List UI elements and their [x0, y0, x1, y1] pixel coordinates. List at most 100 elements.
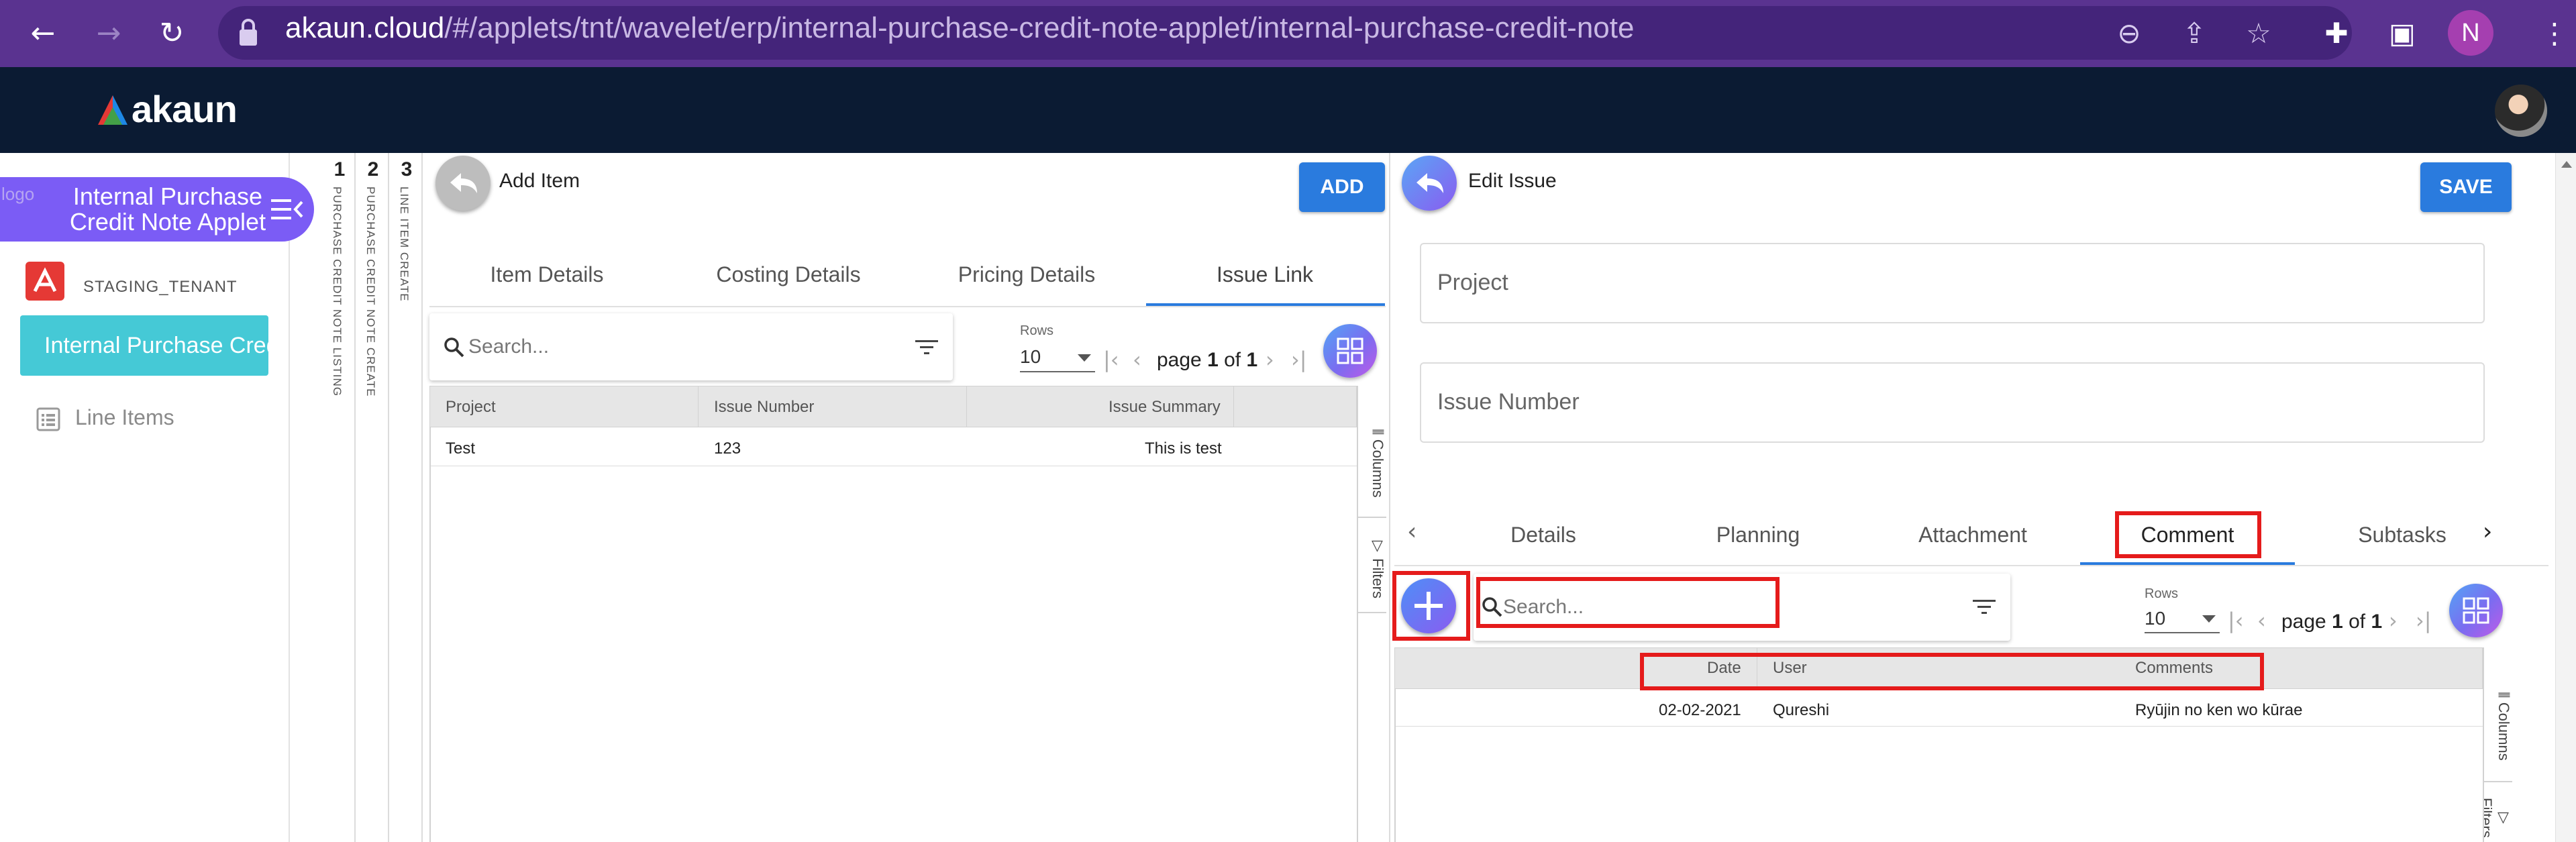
- chevron-down-icon[interactable]: [2202, 615, 2216, 623]
- table-row-divider: [1394, 726, 2483, 727]
- grid-view-button[interactable]: [1323, 324, 1377, 378]
- prev-page-icon[interactable]: ‹: [2257, 608, 2266, 633]
- next-page-icon[interactable]: ›: [1266, 347, 1274, 372]
- app-header: [0, 67, 2576, 153]
- issue-number-field[interactable]: [1420, 362, 2485, 443]
- applet-logo-alt: logo: [1, 184, 35, 204]
- last-page-icon[interactable]: ›|: [2416, 608, 2432, 633]
- cell-issue-summary[interactable]: This is test: [1145, 439, 1222, 458]
- first-page-icon[interactable]: |‹: [1103, 347, 1119, 372]
- column-header-issue-number[interactable]: Issue Number: [714, 398, 814, 417]
- tabs-scroll-left-icon[interactable]: ‹: [1407, 518, 1416, 545]
- reload-icon[interactable]: ↻: [153, 15, 191, 52]
- scroll-up-icon[interactable]: [2561, 161, 2572, 168]
- browser-menu-icon[interactable]: ⋮: [2540, 13, 2569, 54]
- project-field[interactable]: [1420, 243, 2485, 323]
- rows-select[interactable]: 10: [2145, 608, 2165, 629]
- columns-panel-toggle[interactable]: ⦀ Columns: [2484, 679, 2512, 773]
- cell-comment[interactable]: Ryūjin no ken wo kūrae: [2135, 701, 2302, 720]
- page-scrollbar[interactable]: [2555, 153, 2576, 842]
- list-icon: [36, 407, 60, 431]
- pager-total-pages: 1: [2371, 611, 2383, 633]
- rows-select-underline: [1020, 371, 1095, 372]
- tab-issue-link[interactable]: Issue Link: [1174, 262, 1355, 287]
- add-button[interactable]: ADD: [1299, 162, 1385, 212]
- column-divider: [966, 386, 967, 427]
- active-tab-indicator: [1146, 303, 1385, 306]
- tab-subtasks[interactable]: Subtasks: [2322, 523, 2483, 547]
- highlight-table-header: [1640, 653, 2264, 690]
- breadcrumb-step-1[interactable]: 1 PURCHASE CREDIT NOTE LISTING: [323, 153, 356, 842]
- zoom-icon[interactable]: ⊖: [2109, 13, 2149, 54]
- tab-costing-details[interactable]: Costing Details: [698, 262, 879, 287]
- filters-panel-toggle[interactable]: ▽ Filters: [2484, 793, 2512, 842]
- sidebar-item-label: Internal Purchase Credit Note: [44, 333, 268, 358]
- tab-planning[interactable]: Planning: [1678, 523, 1839, 547]
- breadcrumb-step-3[interactable]: 3 LINE ITEM CREATE: [391, 153, 423, 842]
- forward-arrow-icon[interactable]: →: [90, 15, 127, 52]
- tab-details[interactable]: Details: [1463, 523, 1624, 547]
- profile-avatar[interactable]: N: [2448, 10, 2493, 56]
- applet-title: Internal Purchase Credit Note Applet: [69, 182, 266, 235]
- save-button[interactable]: SAVE: [2420, 162, 2512, 212]
- search-input[interactable]: Search...: [468, 335, 549, 358]
- add-item-title: Add Item: [499, 170, 580, 192]
- pager-total-pages: 1: [1246, 349, 1258, 371]
- columns-icon: ⦀: [2495, 691, 2512, 702]
- cell-project[interactable]: Test: [446, 439, 475, 458]
- grid-icon: [1337, 337, 1363, 364]
- first-page-icon[interactable]: |‹: [2228, 608, 2244, 633]
- bookmark-star-icon[interactable]: ☆: [2238, 13, 2279, 54]
- edit-issue-title: Edit Issue: [1468, 170, 1557, 192]
- rows-label: Rows: [1020, 323, 1054, 338]
- filter-icon[interactable]: [1973, 598, 1996, 616]
- back-arrow-icon: [1416, 173, 1443, 193]
- brand-name[interactable]: akaun: [132, 87, 238, 131]
- last-page-icon[interactable]: ›|: [1291, 347, 1307, 372]
- sidebar-item-internal-purchase-credit-note[interactable]: Internal Purchase Credit Note: [20, 315, 268, 376]
- share-icon[interactable]: ⇪: [2174, 13, 2214, 54]
- filters-label: Filters: [1370, 558, 1386, 599]
- columns-label: Columns: [2495, 702, 2512, 761]
- rows-select[interactable]: 10: [1020, 346, 1041, 368]
- side-rail-divider: [2484, 781, 2512, 782]
- url-path: /#/applets/tnt/wavelet/erp/internal-purc…: [444, 11, 1635, 44]
- user-avatar[interactable]: [2495, 85, 2547, 137]
- rows-label: Rows: [2145, 586, 2179, 601]
- back-button[interactable]: [435, 156, 491, 211]
- tab-item-details[interactable]: Item Details: [456, 262, 637, 287]
- sidepanel-icon[interactable]: ▣: [2382, 13, 2422, 54]
- filter-icon[interactable]: [915, 339, 938, 356]
- tenant-icon: [25, 262, 64, 301]
- breadcrumb-label: PURCHASE CREDIT NOTE CREATE: [364, 187, 377, 397]
- highlight-add-button: [1392, 571, 1470, 641]
- active-tab-indicator: [2080, 562, 2295, 565]
- side-rail-divider: [1358, 612, 1386, 613]
- url-text[interactable]: akaun.cloud/#/applets/tnt/wavelet/erp/in…: [285, 11, 1634, 45]
- search-icon: [444, 337, 464, 358]
- sidebar-item-line-items[interactable]: Line Items: [75, 405, 174, 430]
- pager-of-word: of: [2349, 611, 2366, 633]
- back-arrow-icon: [450, 173, 477, 193]
- tabs-scroll-right-icon[interactable]: ›: [2483, 518, 2492, 545]
- menu-collapse-icon[interactable]: [271, 198, 305, 221]
- filters-panel-toggle[interactable]: ▽ Filters: [1358, 531, 1386, 605]
- tab-attachment[interactable]: Attachment: [1892, 523, 2053, 547]
- column-header-issue-summary[interactable]: Issue Summary: [1109, 398, 1221, 417]
- back-button[interactable]: [1402, 156, 1457, 211]
- next-page-icon[interactable]: ›: [2389, 608, 2398, 633]
- pager-page-word: page: [1157, 349, 1202, 371]
- columns-panel-toggle[interactable]: ⦀ Columns: [1358, 419, 1386, 507]
- chevron-down-icon[interactable]: [1078, 354, 1091, 362]
- column-header-project[interactable]: Project: [446, 398, 496, 417]
- prev-page-icon[interactable]: ‹: [1133, 347, 1141, 372]
- cell-date[interactable]: 02-02-2021: [1659, 701, 1741, 720]
- back-arrow-icon[interactable]: ←: [24, 15, 62, 52]
- breadcrumb-step-2[interactable]: 2 PURCHASE CREDIT NOTE CREATE: [357, 153, 389, 842]
- tab-pricing-details[interactable]: Pricing Details: [936, 262, 1117, 287]
- grid-view-button[interactable]: [2449, 584, 2503, 637]
- extensions-icon[interactable]: ✚: [2316, 13, 2357, 54]
- highlight-comment-tab: [2115, 511, 2261, 558]
- cell-user[interactable]: Qureshi: [1773, 701, 1829, 720]
- cell-issue-number[interactable]: 123: [714, 439, 741, 458]
